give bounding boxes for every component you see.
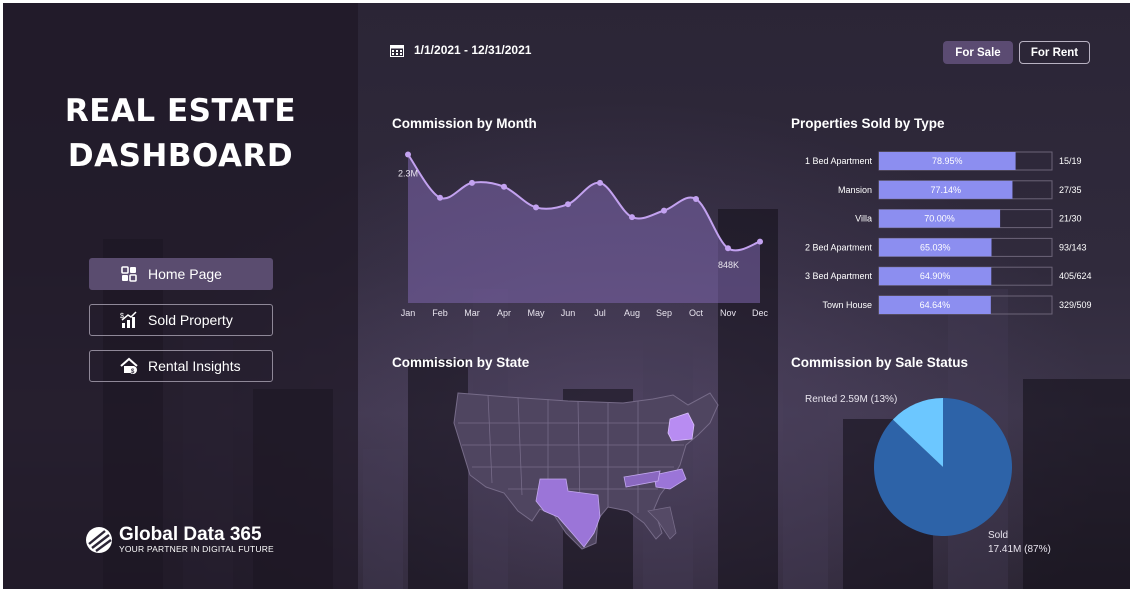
- brand-tagline: YOUR PARTNER IN DIGITAL FUTURE: [119, 544, 274, 554]
- x-tick-label: Jun: [561, 308, 576, 318]
- x-tick-label: Apr: [497, 308, 511, 318]
- properties-sold-by-type-title: Properties Sold by Type: [791, 116, 945, 131]
- bar-category-label: Villa: [855, 214, 872, 224]
- x-tick-label: May: [527, 308, 545, 318]
- bar-ratio-label: 93/143: [1059, 242, 1087, 252]
- data-point-oct[interactable]: [693, 196, 699, 203]
- x-tick-label: Feb: [432, 308, 448, 318]
- bar-ratio-label: 405/624: [1059, 271, 1092, 281]
- data-point-dec[interactable]: [757, 238, 763, 245]
- svg-text:$: $: [120, 313, 124, 320]
- commission-by-sale-status-chart: Sold 17.41M (87%) Rented 2.59M (13%): [805, 394, 1051, 555]
- commission-by-month-chart: Jan Feb Mar Apr May Jun Jul Aug Sep Oct Nov Dec 2.3M…: [398, 151, 769, 318]
- bar-ratio-label: 15/19: [1059, 156, 1082, 166]
- brand-logo: Global Data 365 YOUR PARTNER IN DIGITAL …: [85, 525, 274, 555]
- commission-by-state-map: [453, 392, 719, 550]
- x-tick-label: Jan: [401, 308, 416, 318]
- bar-value-label: 70.00%: [924, 214, 955, 224]
- bar-category-label: 3 Bed Apartment: [805, 271, 873, 281]
- x-tick-label: Dec: [752, 308, 769, 318]
- pie-label-rented: Rented 2.59M (13%): [805, 394, 897, 405]
- bar-value-label: 64.64%: [920, 300, 951, 310]
- data-point-jul[interactable]: [597, 179, 603, 186]
- x-tick-label: Nov: [720, 308, 737, 318]
- pie-label-sold: Sold: [988, 530, 1008, 541]
- properties-sold-by-type-chart: 1 Bed Apartment 78.95% 15/19 Mansion 77.14% 2…: [805, 151, 1092, 315]
- area-fill: [408, 154, 760, 303]
- growth-chart-icon: $: [120, 311, 138, 329]
- nav-sold-property-button[interactable]: $ Sold Property: [89, 304, 273, 336]
- nav-home-page-button[interactable]: Home Page: [89, 258, 273, 290]
- commission-by-sale-status-title: Commission by Sale Status: [791, 355, 969, 370]
- date-range-text: 1/1/2021 - 12/31/2021: [414, 43, 532, 57]
- data-point-mar[interactable]: [469, 179, 475, 186]
- data-label: 2.3M: [398, 168, 418, 178]
- dashboard-icon: [120, 265, 138, 283]
- nav-rental-insights-button[interactable]: $ Rental Insights: [89, 350, 273, 382]
- data-point-aug[interactable]: [629, 214, 635, 221]
- bar-category-label: Town House: [822, 300, 872, 310]
- for-sale-toggle[interactable]: For Sale: [943, 41, 1013, 64]
- dashboard-title: REAL ESTATE DASHBOARD: [3, 89, 358, 179]
- bar-value-label: 65.03%: [920, 242, 951, 252]
- data-point-apr[interactable]: [501, 183, 507, 190]
- date-range-filter[interactable]: 1/1/2021 - 12/31/2021: [390, 43, 531, 57]
- title-line-1: REAL ESTATE: [64, 93, 297, 129]
- x-tick-label: Oct: [689, 308, 704, 318]
- data-point-sep[interactable]: [661, 207, 667, 214]
- nav-label: Sold Property: [148, 312, 233, 328]
- nav-label: Rental Insights: [148, 358, 241, 374]
- calendar-icon: [390, 44, 404, 57]
- for-rent-toggle[interactable]: For Rent: [1019, 41, 1090, 64]
- bar-category-label: 1 Bed Apartment: [805, 156, 873, 166]
- commission-by-state-title: Commission by State: [392, 355, 530, 370]
- data-point-jan[interactable]: [405, 151, 411, 158]
- brand-name: Global Data 365: [119, 524, 262, 545]
- data-point-may[interactable]: [533, 204, 539, 211]
- commission-by-month-title: Commission by Month: [392, 116, 537, 131]
- title-line-2: DASHBOARD: [67, 138, 294, 174]
- bar-value-label: 77.14%: [930, 185, 961, 195]
- globe-logo-icon: [86, 527, 112, 553]
- x-tick-label: Jul: [594, 308, 606, 318]
- house-dollar-icon: $: [120, 357, 138, 375]
- bar-value-label: 78.95%: [932, 156, 963, 166]
- nav-label: Home Page: [148, 266, 222, 282]
- bar-category-label: Mansion: [838, 185, 872, 195]
- bar-ratio-label: 21/30: [1059, 214, 1082, 224]
- data-point-jun[interactable]: [565, 201, 571, 208]
- bar-ratio-label: 329/509: [1059, 300, 1092, 310]
- bar-ratio-label: 27/35: [1059, 185, 1082, 195]
- data-point-feb[interactable]: [437, 194, 443, 201]
- data-label: 848K: [718, 260, 739, 270]
- pie-value-sold: 17.41M (87%): [988, 544, 1051, 555]
- x-tick-label: Sep: [656, 308, 672, 318]
- x-tick-label: Aug: [624, 308, 640, 318]
- bar-value-label: 64.90%: [920, 271, 951, 281]
- bar-category-label: 2 Bed Apartment: [805, 242, 873, 252]
- x-tick-label: Mar: [464, 308, 480, 318]
- dashboard-frame: REAL ESTATE DASHBOARD Home Page $ Sold P…: [3, 3, 1130, 589]
- data-point-nov[interactable]: [725, 245, 731, 252]
